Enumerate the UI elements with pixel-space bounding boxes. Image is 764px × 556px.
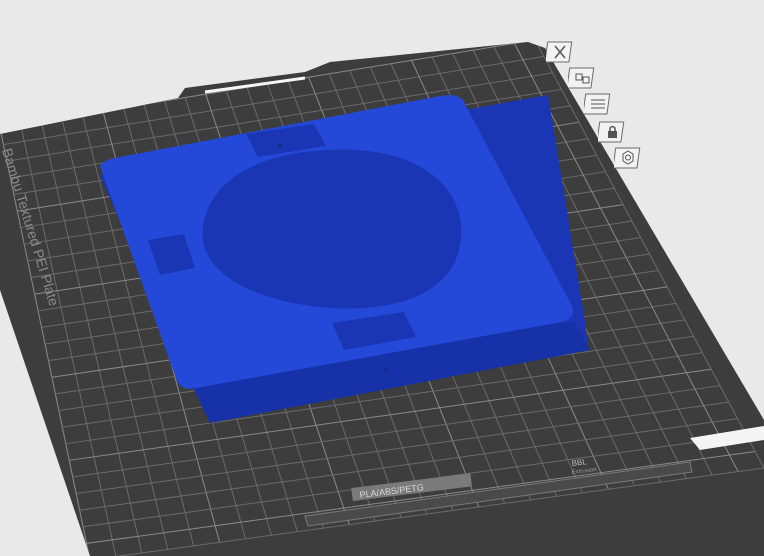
auto-arrange-icon[interactable] xyxy=(568,66,596,90)
brand-label: BBL xyxy=(571,457,588,468)
lock-plate-icon[interactable] xyxy=(598,120,626,144)
orient-icon[interactable] xyxy=(584,92,612,116)
screw-hole-top xyxy=(278,144,282,148)
screw-hole-bottom xyxy=(384,368,388,372)
3d-viewport[interactable]: Bambu Textured PEI Plate PLA/ABS/PETG BB… xyxy=(0,0,764,556)
delete-plate-icon[interactable] xyxy=(546,40,574,64)
plate-settings-icon[interactable] xyxy=(614,146,642,170)
